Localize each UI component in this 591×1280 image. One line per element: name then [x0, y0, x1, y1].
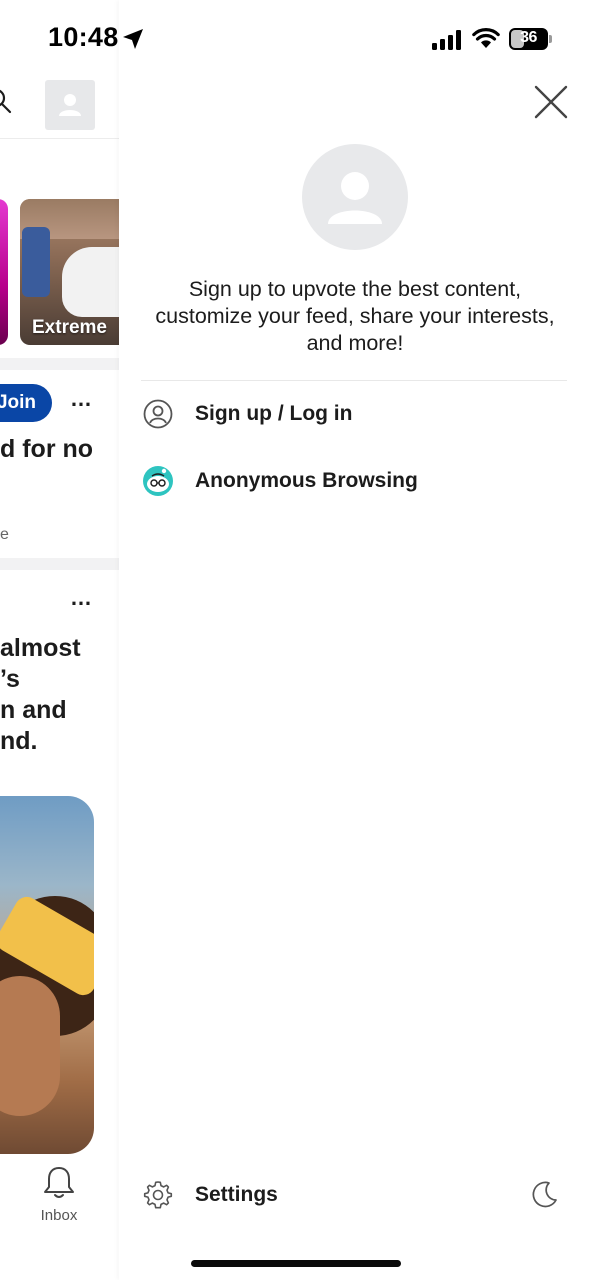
- moon-icon: [532, 1181, 557, 1208]
- tab-inbox-label: Inbox: [40, 1207, 78, 1224]
- post-title[interactable]: almost ’s n and nd.: [0, 633, 81, 757]
- bell-icon: [44, 1167, 74, 1198]
- gear-icon: [141, 1178, 175, 1212]
- account-drawer: Sign up to upvote the best content, cust…: [119, 0, 591, 1280]
- user-circle-icon: [141, 397, 175, 431]
- post-meta: e: [0, 526, 9, 543]
- join-button[interactable]: Join: [0, 384, 52, 422]
- divider: [141, 380, 567, 381]
- menu-item-sign-up-log-in[interactable]: Sign up / Log in: [141, 388, 567, 440]
- anonymous-snoo-icon: [141, 464, 175, 498]
- header-divider: [0, 138, 130, 139]
- close-button[interactable]: [529, 80, 573, 124]
- community-card[interactable]: [0, 199, 8, 345]
- more-options-icon[interactable]: …: [70, 585, 93, 611]
- search-icon[interactable]: [0, 88, 12, 114]
- more-options-icon[interactable]: …: [70, 386, 93, 412]
- section-separator: [0, 358, 130, 370]
- background-feed: Extreme Join … d for no e … almost ’s n …: [0, 0, 130, 1280]
- section-separator: [0, 558, 130, 570]
- dark-mode-toggle[interactable]: [527, 1178, 561, 1212]
- profile-avatar-button[interactable]: [45, 80, 95, 130]
- battery-percent: 36: [520, 29, 537, 46]
- close-icon: [534, 85, 568, 119]
- user-icon: [59, 94, 81, 116]
- cellular-signal-icon: [432, 30, 461, 50]
- tab-inbox[interactable]: Inbox: [36, 1164, 82, 1224]
- settings-label: Settings: [195, 1183, 278, 1206]
- community-card-label: Extreme: [32, 317, 107, 338]
- avatar: [302, 144, 408, 250]
- signup-promo-text: Sign up to upvote the best content, cust…: [155, 277, 555, 355]
- menu-item-label: Sign up / Log in: [195, 402, 353, 425]
- post-title[interactable]: d for no: [0, 434, 93, 465]
- menu-item-label: Anonymous Browsing: [195, 469, 418, 492]
- user-icon: [328, 172, 382, 224]
- menu-item-anonymous-browsing[interactable]: Anonymous Browsing: [141, 455, 567, 507]
- status-bar: 10:48 36: [0, 0, 591, 78]
- menu-item-settings[interactable]: Settings: [141, 1169, 441, 1221]
- location-arrow-icon: [123, 29, 143, 49]
- wifi-icon: [472, 28, 500, 48]
- community-card-extreme[interactable]: Extreme: [20, 199, 130, 345]
- status-time: 10:48: [48, 22, 119, 52]
- post-image[interactable]: [0, 796, 94, 1154]
- home-indicator[interactable]: [191, 1260, 401, 1267]
- battery-icon: 36: [509, 28, 552, 50]
